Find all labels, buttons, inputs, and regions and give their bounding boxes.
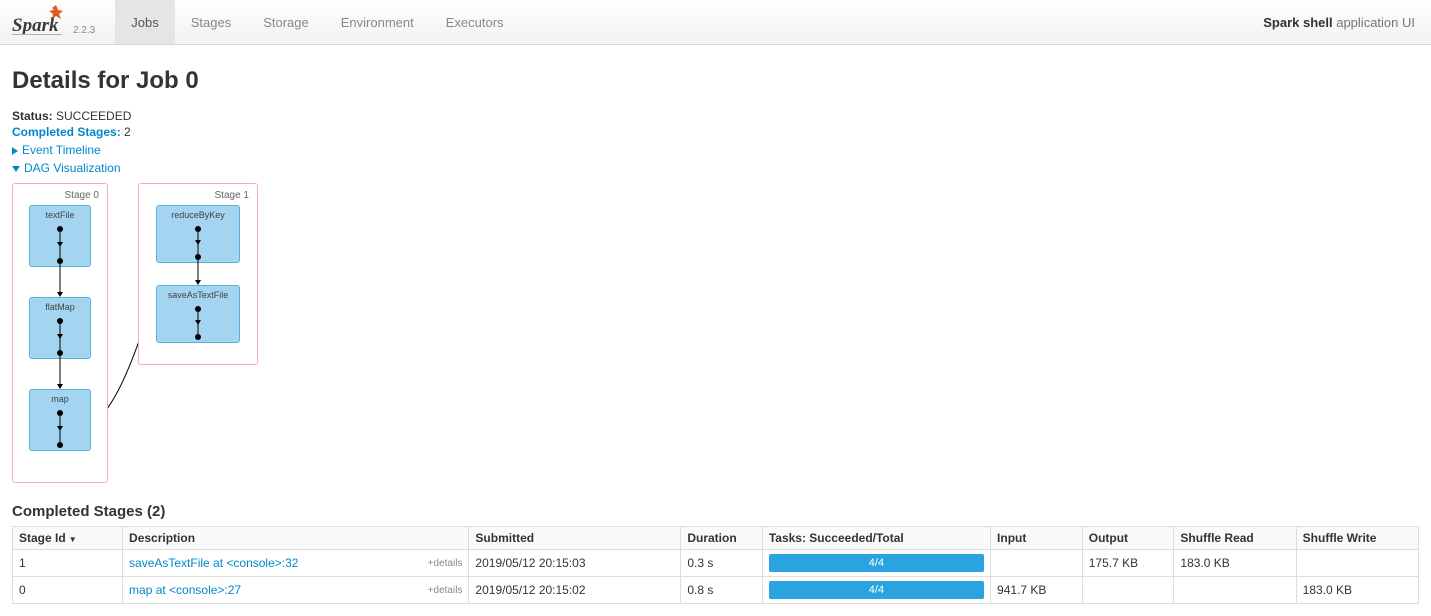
dag-rdd-textfile-label: textFile [30,210,90,220]
col-submitted[interactable]: Submitted [469,527,681,550]
dag-rdd-saveastextfile: saveAsTextFile [156,285,240,343]
sort-desc-icon: ▼ [69,535,77,544]
cell-description: saveAsTextFile at <console>:32 +details [123,550,469,577]
caret-down-icon [12,166,20,172]
cell-input [991,550,1083,577]
cell-stage-id: 1 [13,550,123,577]
caret-right-icon [12,147,18,155]
completed-stages-line: Completed Stages: 2 [12,125,1419,139]
nav-tab-executors[interactable]: Executors [430,0,520,44]
dag-rdd-saveastextfile-label: saveAsTextFile [157,290,239,300]
status-label: Status: [12,109,53,123]
dag-visualization-label: DAG Visualization [24,161,121,175]
dag-rdd-textfile: textFile [29,205,91,267]
event-timeline-label: Event Timeline [22,143,101,157]
col-duration[interactable]: Duration [681,527,763,550]
app-title: Spark shell application UI [1263,15,1419,30]
dag-rdd-map: map [29,389,91,451]
nav-tab-stages[interactable]: Stages [175,0,247,44]
cell-duration: 0.3 s [681,550,763,577]
dag-rdd-flatmap: flatMap [29,297,91,359]
cell-shuffle-read [1174,577,1296,604]
status-line: Status: SUCCEEDED [12,109,1419,123]
tasks-progress-bar: 4/4 [769,581,984,599]
dag-rdd-reducebykey-label: reduceByKey [157,210,239,220]
dag-visualization-expander[interactable]: DAG Visualization [12,161,1419,175]
event-timeline-expander[interactable]: Event Timeline [12,143,1419,157]
cell-tasks: 4/4 [762,550,990,577]
table-row: 1 saveAsTextFile at <console>:32 +detail… [13,550,1419,577]
completed-stages-table: Stage Id▼ Description Submitted Duration… [12,526,1419,604]
tasks-progress-bar: 4/4 [769,554,984,572]
col-input[interactable]: Input [991,527,1083,550]
dag-stage-0-title: Stage 0 [21,190,99,201]
brand-version: 2.2.3 [73,25,95,36]
dag-stage-1[interactable]: Stage 1 reduceByKey saveAsTextFile [138,183,258,365]
details-link[interactable]: +details [428,558,463,569]
cell-shuffle-write: 183.0 KB [1296,577,1418,604]
status-value: SUCCEEDED [56,109,131,123]
spark-logo-icon: Spark [12,5,70,39]
completed-stages-heading: Completed Stages (2) [12,503,1419,520]
cell-output [1082,577,1174,604]
table-row: 0 map at <console>:27 +details 2019/05/1… [13,577,1419,604]
dag-rdd-flatmap-label: flatMap [30,302,90,312]
dag-rdd-reducebykey: reduceByKey [156,205,240,263]
col-output[interactable]: Output [1082,527,1174,550]
completed-stages-label[interactable]: Completed Stages: [12,125,121,139]
cell-description: map at <console>:27 +details [123,577,469,604]
col-stage-id[interactable]: Stage Id▼ [13,527,123,550]
nav-tab-environment[interactable]: Environment [325,0,430,44]
dag-visualization: Stage 0 textFile flatMap map Stage 1 [12,183,1419,483]
brand[interactable]: Spark 2.2.3 [12,5,95,39]
page-title: Details for Job 0 [12,67,1419,95]
svg-text:Spark: Spark [12,15,59,36]
app-title-rest: application UI [1333,15,1415,30]
col-tasks[interactable]: Tasks: Succeeded/Total [762,527,990,550]
cell-shuffle-read: 183.0 KB [1174,550,1296,577]
cell-stage-id: 0 [13,577,123,604]
dag-stage-1-title: Stage 1 [147,190,249,201]
col-shuffle-write[interactable]: Shuffle Write [1296,527,1418,550]
app-title-bold: Spark shell [1263,15,1332,30]
details-link[interactable]: +details [428,585,463,596]
page-container: Details for Job 0 Status: SUCCEEDED Comp… [0,45,1431,616]
col-shuffle-read[interactable]: Shuffle Read [1174,527,1296,550]
cell-input: 941.7 KB [991,577,1083,604]
nav-tab-storage[interactable]: Storage [247,0,325,44]
navbar: Spark 2.2.3 Jobs Stages Storage Environm… [0,0,1431,45]
dag-rdd-map-label: map [30,394,90,404]
nav-tab-jobs[interactable]: Jobs [115,0,174,44]
cell-duration: 0.8 s [681,577,763,604]
completed-stages-value: 2 [124,125,131,139]
cell-output: 175.7 KB [1082,550,1174,577]
cell-tasks: 4/4 [762,577,990,604]
cell-submitted: 2019/05/12 20:15:02 [469,577,681,604]
dag-stage-0[interactable]: Stage 0 textFile flatMap map [12,183,108,483]
nav-tabs: Jobs Stages Storage Environment Executor… [115,0,519,44]
stage-description-link[interactable]: map at <console>:27 [129,583,241,597]
cell-submitted: 2019/05/12 20:15:03 [469,550,681,577]
cell-shuffle-write [1296,550,1418,577]
stage-description-link[interactable]: saveAsTextFile at <console>:32 [129,556,298,570]
col-description[interactable]: Description [123,527,469,550]
